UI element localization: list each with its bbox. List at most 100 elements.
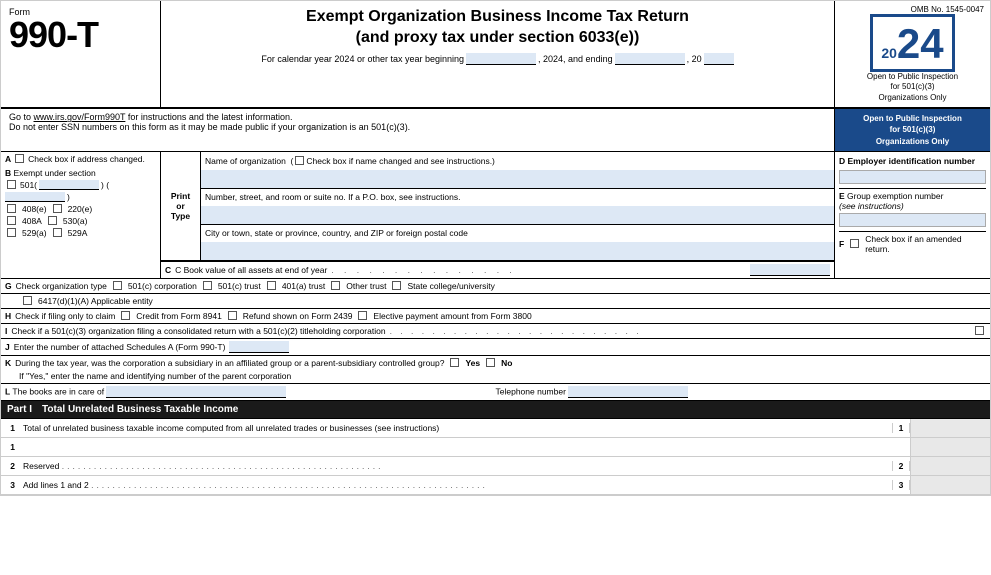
501c-label: 501( xyxy=(20,180,37,190)
city-input[interactable] xyxy=(201,242,834,260)
f-letter: F xyxy=(839,239,844,249)
name-changed-checkbox[interactable] xyxy=(295,156,304,165)
j-input[interactable] xyxy=(229,341,289,353)
address-input[interactable] xyxy=(201,206,834,224)
line-3-row: 3 Add lines 1 and 2 ....................… xyxy=(1,476,990,495)
section-g-sub-row: 6417(d)(1)(A) Applicable entity xyxy=(1,294,990,309)
530a-label: 530(a) xyxy=(63,216,88,226)
address-label-text: Number, street, and room or suite no. If… xyxy=(205,192,460,202)
line-2-amount xyxy=(910,457,990,475)
501c-sub-input[interactable] xyxy=(5,192,65,202)
refund-2439-checkbox[interactable] xyxy=(228,311,237,320)
amended-return-label: Check box if an amended return. xyxy=(865,234,986,254)
name-label: Name of organization ( xyxy=(205,156,293,166)
group-exemption-sub: (see instructions) xyxy=(839,201,904,211)
website-link[interactable]: www.irs.gov/Form990T xyxy=(34,112,126,122)
part1-title: Total Unrelated Business Taxable Income xyxy=(42,404,238,415)
info-bar-main: Go to www.irs.gov/Form990T for instructi… xyxy=(1,109,835,151)
g-text: Check organization type xyxy=(16,281,107,291)
section-j-row: J Enter the number of attached Schedules… xyxy=(1,339,990,356)
book-value-row: C C Book value of all assets at end of y… xyxy=(161,261,834,278)
line-1b-desc xyxy=(19,446,892,448)
501c-checkbox[interactable] xyxy=(7,180,16,189)
l-letter: L xyxy=(5,386,10,396)
line-1b-row: 1 xyxy=(1,438,990,457)
employer-id-label: Employer identification number xyxy=(848,156,976,166)
408a-checkbox[interactable] xyxy=(7,216,16,225)
section-d-label: D Employer identification number xyxy=(839,154,986,168)
book-value-input[interactable] xyxy=(750,264,830,276)
form-number-block: Form 990-T xyxy=(1,1,161,107)
books-label: The books are in care of xyxy=(12,386,104,396)
k-letter: K xyxy=(5,358,11,368)
501c-trust-checkbox[interactable] xyxy=(203,281,212,290)
tax-year-end: , 20 xyxy=(687,54,702,64)
line-3-num-right: 3 xyxy=(892,480,910,490)
408e-label: 408(e) xyxy=(22,204,47,214)
header-title-block: Exempt Organization Business Income Tax … xyxy=(161,1,835,107)
501c-corp-label: 501(c) corporation xyxy=(128,281,197,291)
elective-3800-checkbox[interactable] xyxy=(358,311,367,320)
header-right-block: OMB No. 1545-0047 2024 Open to Public In… xyxy=(835,1,990,107)
6417d-checkbox[interactable] xyxy=(23,296,32,305)
section-f-block: F Check box if an amended return. xyxy=(839,231,986,254)
k-no-checkbox[interactable] xyxy=(486,358,495,367)
j-text: Enter the number of attached Schedules A… xyxy=(14,342,226,352)
d-letter: D xyxy=(839,156,848,166)
h-text: Check if filing only to claim xyxy=(15,311,115,321)
220e-checkbox[interactable] xyxy=(53,204,62,213)
orgs-only: Organizations Only xyxy=(878,93,946,102)
220e-label: 220(e) xyxy=(68,204,93,214)
i-checkbox[interactable] xyxy=(975,326,984,335)
tax-year-beginning-input[interactable] xyxy=(466,53,536,65)
amended-return-checkbox[interactable] xyxy=(850,239,859,248)
books-right: Telephone number xyxy=(496,386,987,398)
section-e-block: E Group exemption number (see instructio… xyxy=(839,188,986,227)
line-1b-amount xyxy=(910,438,990,456)
line-1b-num: 1 xyxy=(1,442,19,452)
omb-number: OMB No. 1545-0047 xyxy=(841,5,984,14)
530a-checkbox[interactable] xyxy=(48,216,57,225)
credit-8941-checkbox[interactable] xyxy=(121,311,130,320)
print-or-type-text: PrintorType xyxy=(171,191,190,221)
k-yes-checkbox[interactable] xyxy=(450,358,459,367)
group-exemption-input[interactable] xyxy=(839,213,986,227)
tax-year-ending-input[interactable] xyxy=(615,53,685,65)
city-label: City or town, state or province, country… xyxy=(201,224,834,242)
other-trust-checkbox[interactable] xyxy=(331,281,340,290)
telephone-input[interactable] xyxy=(568,386,688,398)
form-number: 990-T xyxy=(9,17,152,53)
section-h-row: H Check if filing only to claim Credit f… xyxy=(1,309,990,324)
address-changed-label: Check box if address changed. xyxy=(28,154,145,164)
401a-trust-checkbox[interactable] xyxy=(267,281,276,290)
ssn-warning: Do not enter SSN numbers on this form as… xyxy=(9,122,826,132)
section-i-row: I Check if a 501(c)(3) organization fili… xyxy=(1,324,990,339)
529A-checkbox[interactable] xyxy=(53,228,62,237)
book-value-dots: . . . . . . . . . . . . . . . xyxy=(331,265,750,275)
501c-trust-label: 501(c) trust xyxy=(218,281,261,291)
529A-label: 529A xyxy=(68,228,88,238)
501c-input[interactable] xyxy=(39,180,99,190)
line-1-row: 1 Total of unrelated business taxable in… xyxy=(1,419,990,438)
tax-year-end-input[interactable] xyxy=(704,53,734,65)
print-or-type-label: PrintorType xyxy=(161,152,201,260)
col-ab-left: A Check box if address changed. B Exempt… xyxy=(1,152,161,278)
k-sub-row: If "Yes," enter the name and identifying… xyxy=(1,370,990,383)
k-sub-text: If "Yes," enter the name and identifying… xyxy=(19,371,291,381)
for-501c3-label: for 501(c)(3) xyxy=(839,124,986,135)
credit-8941-label: Credit from Form 8941 xyxy=(136,311,222,321)
line-3-num: 3 xyxy=(1,480,19,490)
line-2-desc: Reserved ...............................… xyxy=(19,460,892,472)
408e-checkbox[interactable] xyxy=(7,204,16,213)
employer-id-input[interactable] xyxy=(839,170,986,184)
k-text: During the tax year, was the corporation… xyxy=(15,358,444,368)
tax-year-display: 2024 xyxy=(870,14,954,72)
state-college-checkbox[interactable] xyxy=(392,281,401,290)
books-care-of-input[interactable] xyxy=(106,386,286,398)
name-input[interactable] xyxy=(201,170,834,188)
section-k-block: K During the tax year, was the corporati… xyxy=(1,356,990,384)
g-letter: G xyxy=(5,281,12,291)
529a-checkbox[interactable] xyxy=(7,228,16,237)
address-changed-checkbox[interactable] xyxy=(15,154,24,163)
501c-corp-checkbox[interactable] xyxy=(113,281,122,290)
